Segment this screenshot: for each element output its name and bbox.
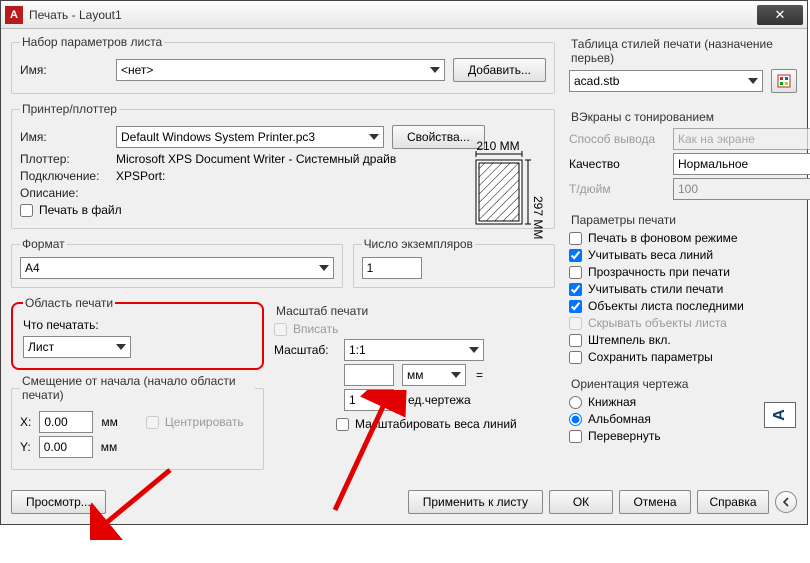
quality-select[interactable]: Нормальное [673,153,810,175]
opt-ps[interactable]: Учитывать стили печати [569,282,797,296]
opt-stamp[interactable]: Штемпель вкл. [569,333,797,347]
copies-legend: Число экземпляров [362,237,475,251]
svg-text:210 MM: 210 MM [476,140,519,153]
name-label: Имя: [20,63,108,77]
style-editor-icon [777,74,791,88]
format-select[interactable]: A4 [20,257,334,279]
page-setup-select[interactable]: <нет> [116,59,445,81]
scale-select[interactable]: 1:1 [344,339,484,361]
print-dialog: A Печать - Layout1 ✕ Набор параметров ли… [0,0,808,525]
opt-tr[interactable]: Прозрачность при печати [569,265,797,279]
format-group: Формат A4 [11,237,343,288]
dpi-label: Т/дюйм [569,182,665,196]
y-label: Y: [20,440,31,454]
dpi-input [673,178,810,200]
what-label: Что печатать: [23,318,252,332]
equals-label: = [474,368,485,382]
scale-mm-input[interactable] [344,364,394,386]
y-unit: мм [101,440,118,454]
scale-unit-label: ед.чертежа [408,393,471,407]
quality-label: Качество [569,157,665,171]
close-button[interactable]: ✕ [757,5,803,25]
preview-button[interactable]: Просмотр... [11,490,106,514]
desc-label: Описание: [20,186,108,200]
collapse-button[interactable] [775,491,797,513]
shaded-vp-group: ВЭкраны с тонированием Способ вывода Как … [569,108,810,203]
orientation-icon: A [764,402,796,428]
plot-style-select[interactable]: acad.stb [569,70,763,92]
printer-name-label: Имя: [20,130,108,144]
chevron-left-icon [781,497,791,507]
offset-x-input[interactable] [39,411,93,433]
cancel-button[interactable]: Отмена [619,490,691,514]
ok-button[interactable]: ОК [549,490,613,514]
svg-text:297 MM: 297 MM [531,196,545,239]
orient-portrait[interactable]: Книжная [569,395,797,409]
port-value: XPSPort: [116,169,165,183]
app-icon: A [5,6,23,24]
scale-group: Масштаб печати Вписать Масштаб: 1:1 мм = [274,296,555,442]
opt-pl[interactable]: Объекты листа последними [569,299,797,313]
copies-group: Число экземпляров [353,237,555,288]
orient-flip[interactable]: Перевернуть [569,429,797,443]
scale-drawing-input[interactable] [344,389,394,411]
plot-style-group: Таблица стилей печати (назначение перьев… [569,35,797,100]
plot-area-legend: Область печати [23,296,115,310]
paper-preview: 210 MM 297 MM [448,140,548,250]
opt-bg[interactable]: Печать в фоновом режиме [569,231,797,245]
scale-lw-check[interactable]: Масштабировать веса линий [336,417,547,431]
opt-save[interactable]: Сохранить параметры [569,350,797,364]
window-title: Печать - Layout1 [29,8,757,22]
offset-group: Смещение от начала (начало области печат… [11,374,264,470]
offset-legend: Смещение от начала (начало области печат… [20,374,255,402]
offset-y-input[interactable] [39,436,93,458]
page-setup-legend: Набор параметров листа [20,35,164,49]
plotter-value: Microsoft XPS Document Writer - Системны… [116,152,396,166]
scale-unit-select[interactable]: мм [402,364,466,386]
x-unit: мм [101,415,118,429]
format-legend: Формат [20,237,67,251]
port-label: Подключение: [20,169,108,183]
plot-area-group: Область печати Что печатать: Лист [11,296,264,370]
scale-legend: Масштаб печати [274,304,547,318]
center-check[interactable]: Центрировать [146,415,244,429]
fit-check[interactable]: Вписать [274,322,547,336]
shaded-vp-legend: ВЭкраны с тонированием [569,110,810,124]
options-legend: Параметры печати [569,213,797,227]
plotter-label: Плоттер: [20,152,108,166]
printer-select[interactable]: Default Windows System Printer.pc3 [116,126,384,148]
edit-style-button[interactable] [771,69,797,93]
opt-lw[interactable]: Учитывать веса линий [569,248,797,262]
scale-label: Масштаб: [274,343,336,357]
orientation-group: Ориентация чертежа Книжная Альбомная Пер… [569,375,797,446]
title-bar: A Печать - Layout1 ✕ [1,1,807,29]
footer: Просмотр... Применить к листу ОК Отмена … [1,482,807,524]
printer-legend: Принтер/плоттер [20,102,119,116]
x-label: X: [20,415,31,429]
plot-area-select[interactable]: Лист [23,336,131,358]
plot-style-legend: Таблица стилей печати (назначение перьев… [569,37,797,65]
mode-label: Способ вывода [569,132,665,146]
help-button[interactable]: Справка [697,490,769,514]
copies-input[interactable] [362,257,422,279]
options-group: Параметры печати Печать в фоновом режиме… [569,211,797,367]
mode-select: Как на экране [673,128,810,150]
page-setup-group: Набор параметров листа Имя: <нет> Добави… [11,35,555,94]
printer-group: Принтер/плоттер Имя: Default Windows Sys… [11,102,555,229]
opt-hide[interactable]: Скрывать объекты листа [569,316,797,330]
apply-button[interactable]: Применить к листу [408,490,543,514]
orient-landscape[interactable]: Альбомная [569,412,797,426]
add-pageset-button[interactable]: Добавить... [453,58,546,82]
orientation-legend: Ориентация чертежа [569,377,797,391]
